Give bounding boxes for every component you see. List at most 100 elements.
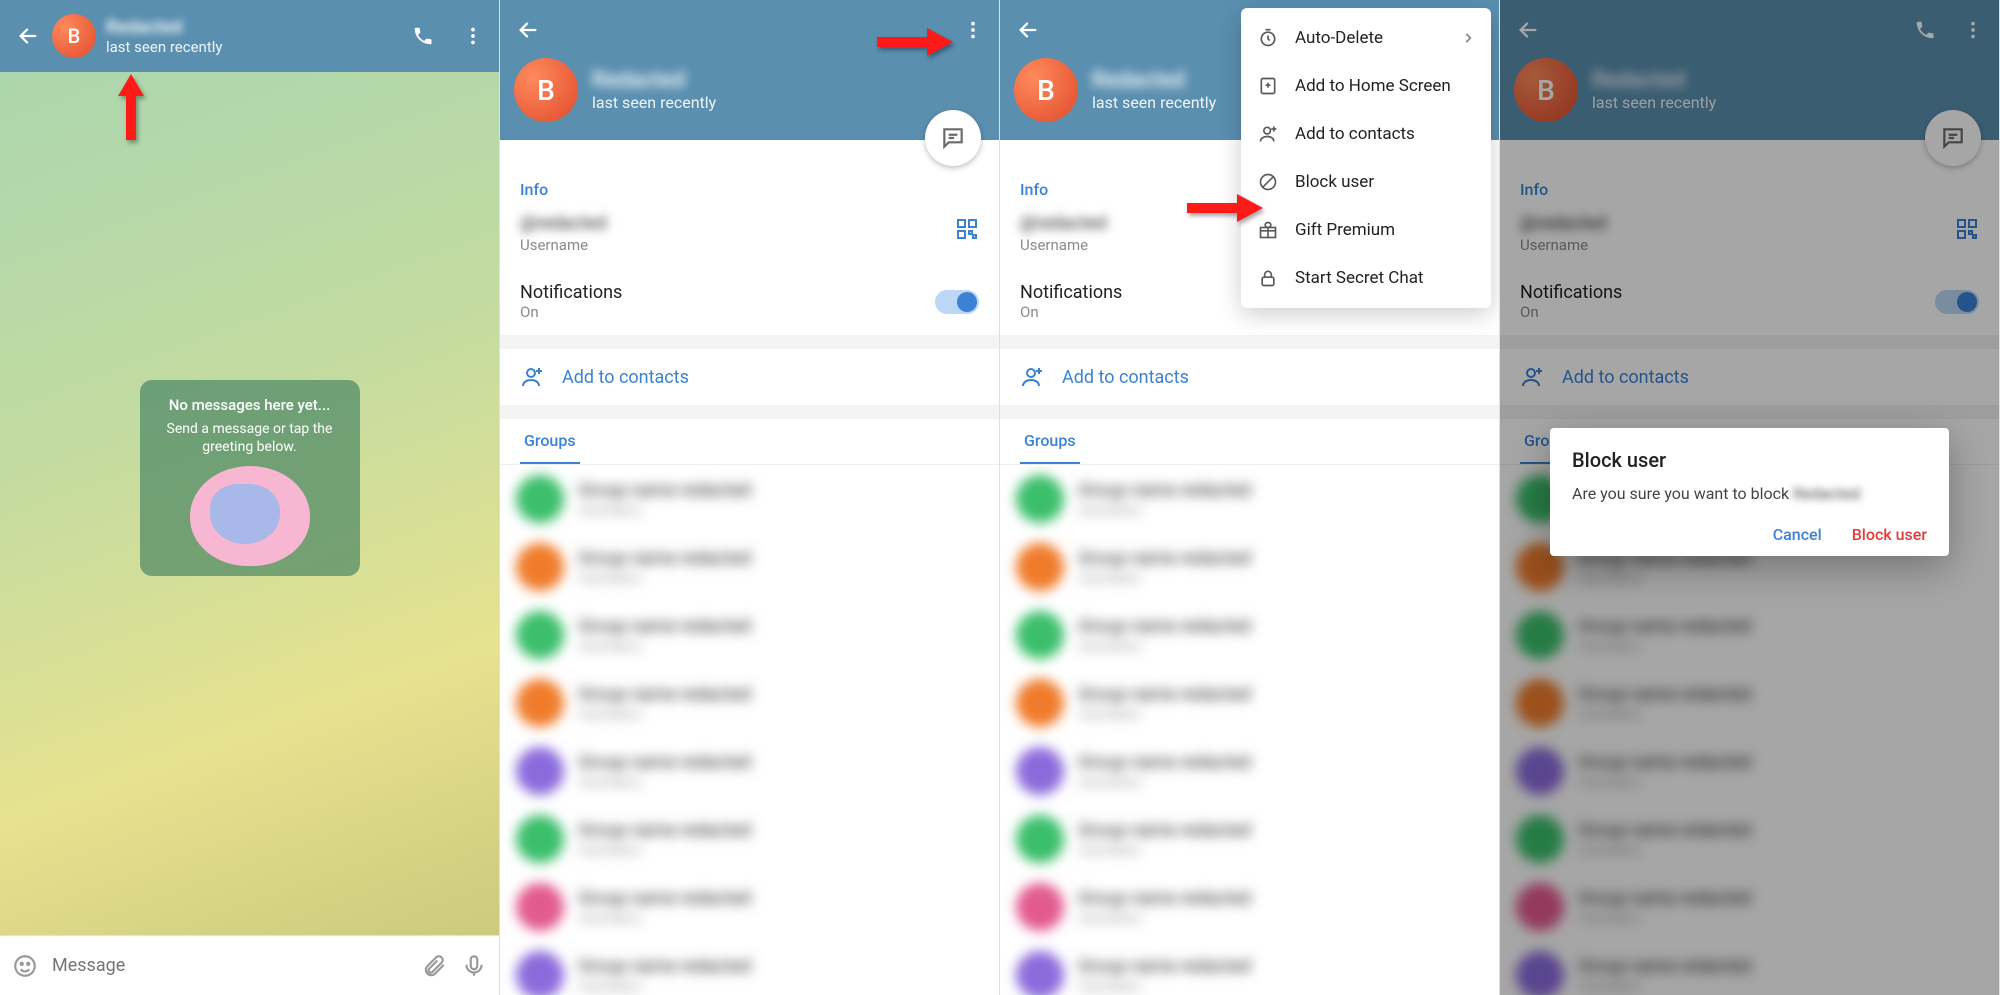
mic-button[interactable] [461,953,487,979]
profile-screen: B Redacted last seen recently Info @reda… [500,0,1000,995]
dialog-message-name: Redacted [1793,484,1860,503]
timer-icon [1257,27,1279,49]
dialog-cancel-button[interactable]: Cancel [1773,525,1822,544]
emoji-icon [12,953,38,979]
group-subtitle: members [578,637,751,655]
menu-gift-premium[interactable]: Gift Premium [1241,206,1491,254]
group-name: Group name redacted [1078,548,1251,569]
dialog-confirm-button[interactable]: Block user [1852,525,1927,544]
contact-status: last seen recently [106,38,222,56]
more-vert-icon [962,19,984,41]
dialog-message-text: Are you sure you want to block [1572,484,1793,503]
groups-tab[interactable]: Groups [1020,419,1080,464]
more-button[interactable] [461,24,485,48]
lock-icon [1257,267,1279,289]
group-row[interactable]: Group name redactedmembers [500,533,999,601]
group-row[interactable]: Group name redactedmembers [500,941,999,995]
groups-list[interactable]: Group name redactedmembersGroup name red… [500,465,999,995]
group-row[interactable]: Group name redactedmembers [500,669,999,737]
call-button[interactable] [411,24,435,48]
group-name: Group name redacted [578,752,751,773]
contact-avatar[interactable]: B [52,14,96,58]
empty-chat-card[interactable]: No messages here yet... Send a message o… [140,380,360,576]
add-to-contacts-button[interactable]: Add to contacts [500,349,999,405]
username-row[interactable]: @redacted Username [500,203,999,268]
profile-screen-menu-open: B Redacted last seen recently Info @reda… [1000,0,1500,995]
group-row[interactable]: Group name redactedmembers [1000,737,1499,805]
back-button[interactable] [14,22,42,50]
contact-avatar[interactable]: B [514,58,578,122]
chat-header: B Redacted last seen recently [0,0,499,72]
menu-block-user[interactable]: Block user [1241,158,1491,206]
menu-add-home[interactable]: Add to Home Screen [1241,62,1491,110]
add-to-contacts-button[interactable]: Add to contacts [1000,349,1499,405]
message-input[interactable] [52,955,407,976]
dialog-message: Are you sure you want to block Redacted [1572,484,1927,503]
paperclip-icon [421,953,447,979]
menu-label: Start Secret Chat [1295,268,1424,288]
group-avatar [1016,475,1064,523]
group-avatar [516,475,564,523]
group-row[interactable]: Group name redactedmembers [500,601,999,669]
menu-auto-delete[interactable]: Auto-Delete [1241,14,1491,62]
group-subtitle: members [1078,501,1251,519]
groups-list[interactable]: Group name redactedmembersGroup name red… [1000,465,1499,995]
notifications-switch[interactable] [935,290,979,314]
message-fab[interactable] [925,110,981,166]
group-name: Group name redacted [1078,616,1251,637]
group-subtitle: members [578,705,751,723]
contact-avatar[interactable]: B [1014,58,1078,122]
message-icon [940,125,966,151]
menu-label: Gift Premium [1295,220,1395,240]
group-avatar [516,815,564,863]
contact-name-block[interactable]: Redacted last seen recently [106,17,222,56]
more-button[interactable] [961,18,985,42]
contact-name: Redacted [592,68,716,93]
back-button[interactable] [514,16,542,44]
group-subtitle: members [578,841,751,859]
group-avatar [516,883,564,931]
overflow-menu: Auto-Delete Add to Home Screen Add to co… [1241,8,1491,308]
qr-button[interactable] [955,217,979,241]
group-name: Group name redacted [578,820,751,841]
menu-start-secret[interactable]: Start Secret Chat [1241,254,1491,302]
attach-button[interactable] [421,953,447,979]
group-name: Group name redacted [578,956,751,977]
notifications-row[interactable]: Notifications On [500,268,999,335]
group-name: Group name redacted [1078,888,1251,909]
phone-icon [412,25,434,47]
home-screen-icon [1257,75,1279,97]
group-row[interactable]: Group name redactedmembers [500,465,999,533]
back-button[interactable] [1014,16,1042,44]
group-avatar [1016,679,1064,727]
group-row[interactable]: Group name redactedmembers [500,737,999,805]
empty-subtitle: Send a message or tap the greeting below… [154,420,346,456]
group-subtitle: members [578,773,751,791]
group-row[interactable]: Group name redactedmembers [1000,805,1499,873]
group-row[interactable]: Group name redactedmembers [1000,465,1499,533]
group-avatar [516,679,564,727]
group-row[interactable]: Group name redactedmembers [1000,873,1499,941]
group-subtitle: members [1078,637,1251,655]
notifications-label: Notifications [1020,282,1122,303]
group-row[interactable]: Group name redactedmembers [500,873,999,941]
group-row[interactable]: Group name redactedmembers [1000,533,1499,601]
menu-add-contacts[interactable]: Add to contacts [1241,110,1491,158]
add-contact-icon [520,365,544,389]
group-name: Group name redacted [578,616,751,637]
groups-section: Groups Group name redactedmembersGroup n… [1000,419,1499,995]
emoji-button[interactable] [12,953,38,979]
group-subtitle: members [578,909,751,927]
group-row[interactable]: Group name redactedmembers [1000,941,1499,995]
group-row[interactable]: Group name redactedmembers [1000,669,1499,737]
add-to-contacts-label: Add to contacts [562,367,689,388]
empty-title: No messages here yet... [154,396,346,414]
group-subtitle: members [578,501,751,519]
group-row[interactable]: Group name redactedmembers [1000,601,1499,669]
group-avatar [516,611,564,659]
group-row[interactable]: Group name redactedmembers [500,805,999,873]
groups-tab[interactable]: Groups [520,419,580,464]
group-name: Group name redacted [1078,820,1251,841]
group-name: Group name redacted [1078,752,1251,773]
greeting-sticker[interactable] [190,466,310,566]
